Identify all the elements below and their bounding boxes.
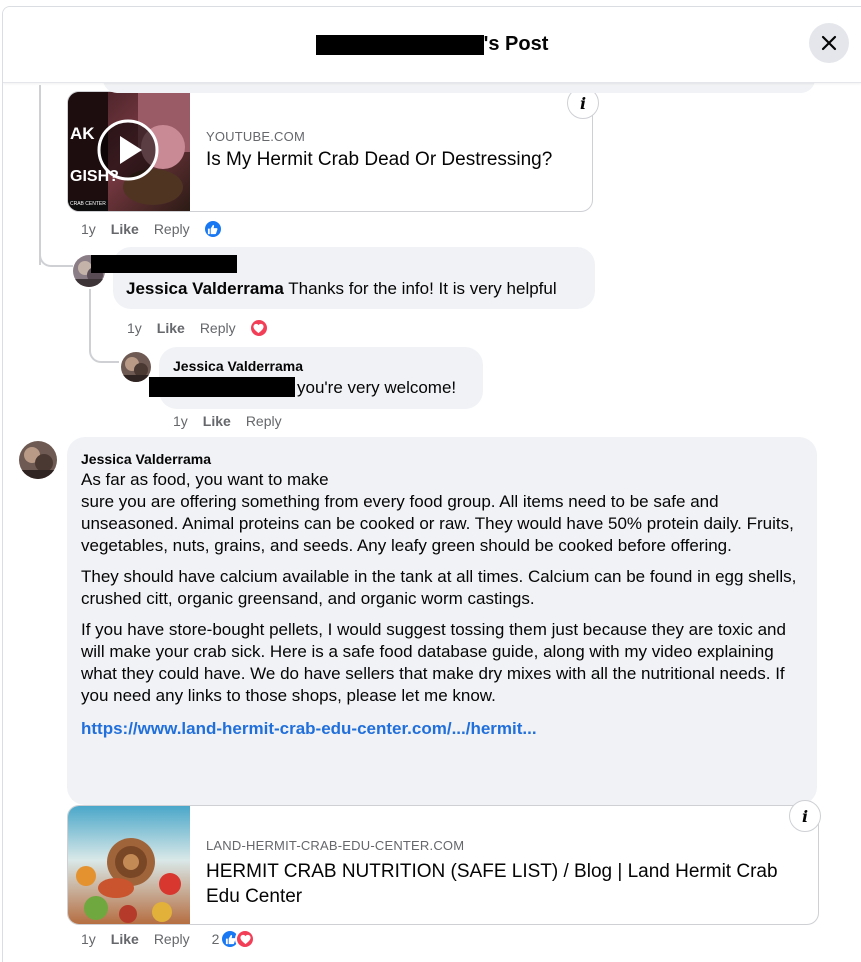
like-button[interactable]: Like	[111, 221, 139, 237]
timestamp[interactable]: 1y	[173, 413, 188, 429]
thread-connector	[39, 245, 73, 267]
like-reaction-icon[interactable]	[202, 219, 223, 239]
redacted-mention	[149, 377, 295, 397]
avatar[interactable]	[19, 441, 57, 479]
like-button[interactable]: Like	[111, 931, 139, 947]
timestamp[interactable]: 1y	[81, 931, 96, 947]
comment-paragraph: They should have calcium available in th…	[81, 567, 797, 608]
like-button[interactable]: Like	[203, 413, 231, 429]
reply-button[interactable]: Reply	[246, 413, 282, 429]
comment-bubble: Jessica Valderrama Thanks for the info! …	[91, 247, 595, 309]
card-domain: YOUTUBE.COM	[206, 129, 305, 144]
comment-actions: 1y Like Reply	[81, 219, 223, 239]
card-text: LAND-HERMIT-CRAB-EDU-CENTER.COM HERMIT C…	[206, 838, 806, 909]
timestamp[interactable]: 1y	[127, 320, 142, 336]
redacted-name	[91, 255, 237, 273]
close-button[interactable]	[809, 23, 849, 63]
comment-author[interactable]: Jessica Valderrama	[173, 358, 303, 374]
love-reaction-icon[interactable]	[235, 929, 256, 949]
thumbnail-text: CRAB CENTER	[70, 201, 106, 207]
reply-button[interactable]: Reply	[200, 320, 236, 336]
info-icon[interactable]: i	[789, 800, 821, 832]
thumbnail-text: GISH?	[70, 168, 119, 185]
comment-author[interactable]: Jessica Valderrama	[126, 279, 284, 298]
card-title: Is My Hermit Crab Dead Or Destressing?	[206, 149, 553, 170]
comment-text: Thanks for the info! It is very helpful	[288, 279, 557, 298]
title-suffix: 's Post	[483, 33, 549, 55]
comment-author[interactable]: Jessica Valderrama	[81, 451, 211, 467]
comment-text: you're very welcome!	[297, 378, 457, 397]
comment-text: As far as food, you want to make sure yo…	[81, 469, 809, 740]
avatar[interactable]	[121, 352, 151, 382]
timestamp[interactable]: 1y	[81, 221, 96, 237]
comment-actions: 1y Like Reply 2	[81, 929, 256, 949]
card-text: YOUTUBE.COM Is My Hermit Crab Dead Or De…	[206, 129, 552, 172]
card-title: HERMIT CRAB NUTRITION (SAFE LIST) / Blog…	[206, 861, 778, 907]
blog-link-card[interactable]: LAND-HERMIT-CRAB-EDU-CENTER.COM HERMIT C…	[67, 805, 819, 925]
comment-bubble: Jessica Valderrama As far as food, you w…	[67, 437, 817, 805]
thread-line	[39, 85, 41, 265]
thumbnail-text: AK	[70, 124, 95, 143]
youtube-link-card[interactable]: AK GISH? CRAB CENTER YOUTUBE.COM Is My H…	[67, 91, 593, 212]
comment-link[interactable]: https://www.land-hermit-crab-edu-center.…	[81, 719, 537, 738]
love-reaction-icon[interactable]	[248, 318, 269, 338]
comment-paragraph: As far as food, you want to make sure yo…	[81, 469, 809, 557]
like-button[interactable]: Like	[157, 320, 185, 336]
comment-line: sure you are offering something from eve…	[81, 492, 794, 555]
reply-button[interactable]: Reply	[154, 221, 190, 237]
page-title: 's Post	[3, 33, 861, 56]
reaction-count[interactable]: 2	[212, 931, 220, 947]
post-dialog: 's Post AK GISH? CRAB CENTER YOUTUBE.COM…	[2, 6, 861, 962]
article-thumbnail	[68, 806, 190, 924]
comment-actions: 1y Like Reply	[127, 318, 269, 338]
dialog-header: 's Post	[3, 7, 861, 83]
comment-paragraph: If you have store-bought pellets, I woul…	[81, 620, 786, 705]
comment-line: As far as food, you want to make	[81, 470, 329, 489]
video-thumbnail: AK GISH? CRAB CENTER	[68, 92, 190, 211]
comment-bubble: Jessica Valderrama you're very welcome!	[149, 347, 483, 409]
comment-actions: 1y Like Reply	[173, 413, 295, 429]
reply-button[interactable]: Reply	[154, 931, 190, 947]
close-icon	[821, 35, 837, 51]
card-domain: LAND-HERMIT-CRAB-EDU-CENTER.COM	[206, 838, 465, 853]
redacted-name	[315, 34, 484, 55]
comment-line: Jessica Valderrama Thanks for the info! …	[126, 279, 557, 299]
